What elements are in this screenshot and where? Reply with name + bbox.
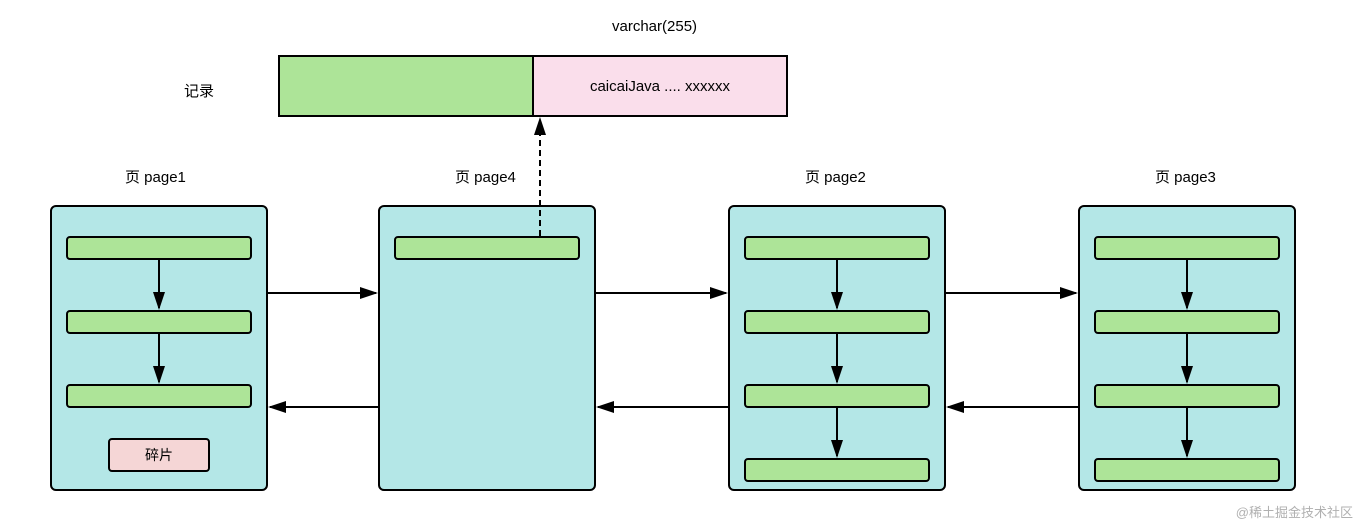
record-block-right: caicaiJava .... xxxxxx <box>532 55 788 117</box>
record-label: 记录 <box>184 80 214 101</box>
varchar-label: varchar(255) <box>612 18 697 35</box>
page3-title: 页 page3 <box>1155 166 1216 187</box>
page4-slot-1 <box>394 236 580 260</box>
page3-slot-3 <box>1094 384 1280 408</box>
page1-fragment-label: 碎片 <box>145 445 173 465</box>
page4-title: 页 page4 <box>455 166 516 187</box>
page3-slot-2 <box>1094 310 1280 334</box>
page1-slot-2 <box>66 310 252 334</box>
page2-slot-3 <box>744 384 930 408</box>
page1-fragment: 碎片 <box>108 438 210 472</box>
page1-title: 页 page1 <box>125 166 186 187</box>
watermark: @稀土掘金技术社区 <box>1236 502 1353 521</box>
record-block-left <box>278 55 532 117</box>
page1-slot-1 <box>66 236 252 260</box>
page2-title: 页 page2 <box>805 166 866 187</box>
page2-slot-1 <box>744 236 930 260</box>
page3-slot-1 <box>1094 236 1280 260</box>
record-value-text: caicaiJava .... xxxxxx <box>590 78 730 95</box>
page1-slot-3 <box>66 384 252 408</box>
page3-slot-4 <box>1094 458 1280 482</box>
page2-slot-2 <box>744 310 930 334</box>
page2-slot-4 <box>744 458 930 482</box>
